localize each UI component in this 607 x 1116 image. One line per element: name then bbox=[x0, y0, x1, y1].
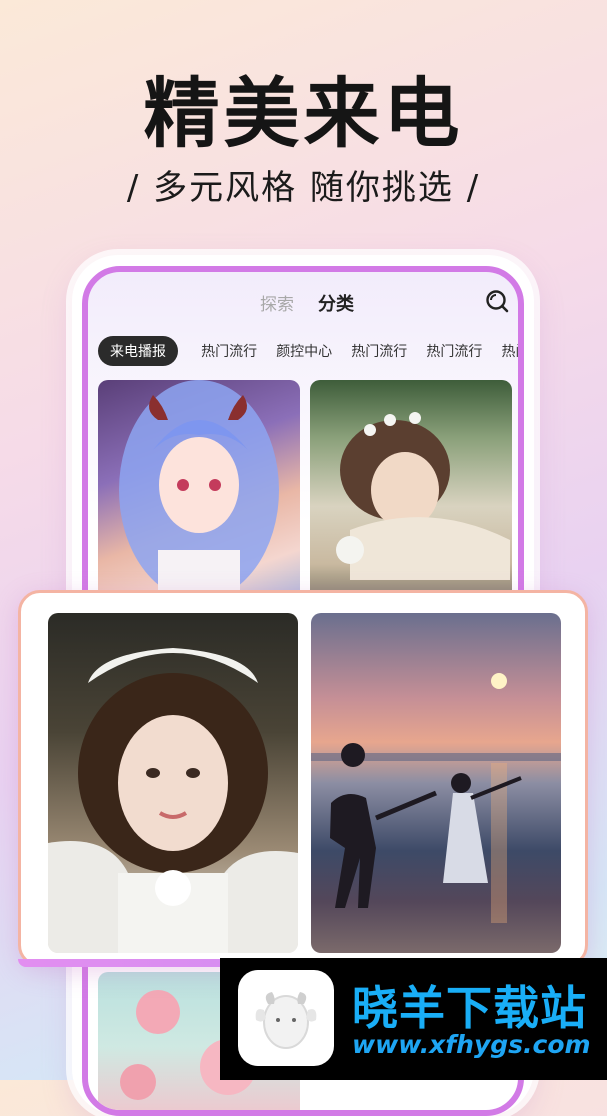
watermark-url: www.xfhygs.com bbox=[352, 1030, 591, 1059]
couple-on-beach-at-sunset-photo[interactable] bbox=[311, 613, 561, 953]
girl-with-feather-headdress-photo[interactable] bbox=[48, 613, 298, 953]
chip-looks-center[interactable]: 颜控中心 bbox=[276, 336, 332, 366]
top-tab-bar: 探索 分类 bbox=[88, 286, 518, 326]
anime-girl-blue-hair-photo[interactable] bbox=[98, 380, 300, 610]
tab-category[interactable]: 分类 bbox=[318, 290, 354, 316]
watermark-banner: 晓羊下载站 www.xfhygs.com bbox=[220, 958, 607, 1080]
chip-hot-trending[interactable]: 热门流行 bbox=[201, 336, 257, 366]
chip-hot-truncated[interactable]: 热门 bbox=[501, 336, 518, 366]
subline: / 多元风格 随你挑选 / bbox=[126, 168, 481, 208]
girl-lying-with-flower-crown-photo[interactable] bbox=[310, 380, 512, 610]
chip-hot-trending[interactable]: 热门流行 bbox=[351, 336, 407, 366]
featured-photo-card bbox=[18, 590, 588, 967]
category-chip-bar: 来电播报 热门流行 颜控中心 热门流行 热门流行 热门 bbox=[98, 336, 518, 366]
chip-call-broadcast[interactable]: 来电播报 bbox=[98, 336, 178, 366]
sheep-logo-icon bbox=[238, 970, 334, 1066]
search-icon[interactable] bbox=[484, 288, 510, 314]
headline: 精美来电 bbox=[143, 69, 464, 158]
watermark-title: 晓羊下载站 bbox=[352, 981, 587, 1035]
chip-hot-trending[interactable]: 热门流行 bbox=[426, 336, 482, 366]
tab-explore[interactable]: 探索 bbox=[260, 290, 294, 315]
